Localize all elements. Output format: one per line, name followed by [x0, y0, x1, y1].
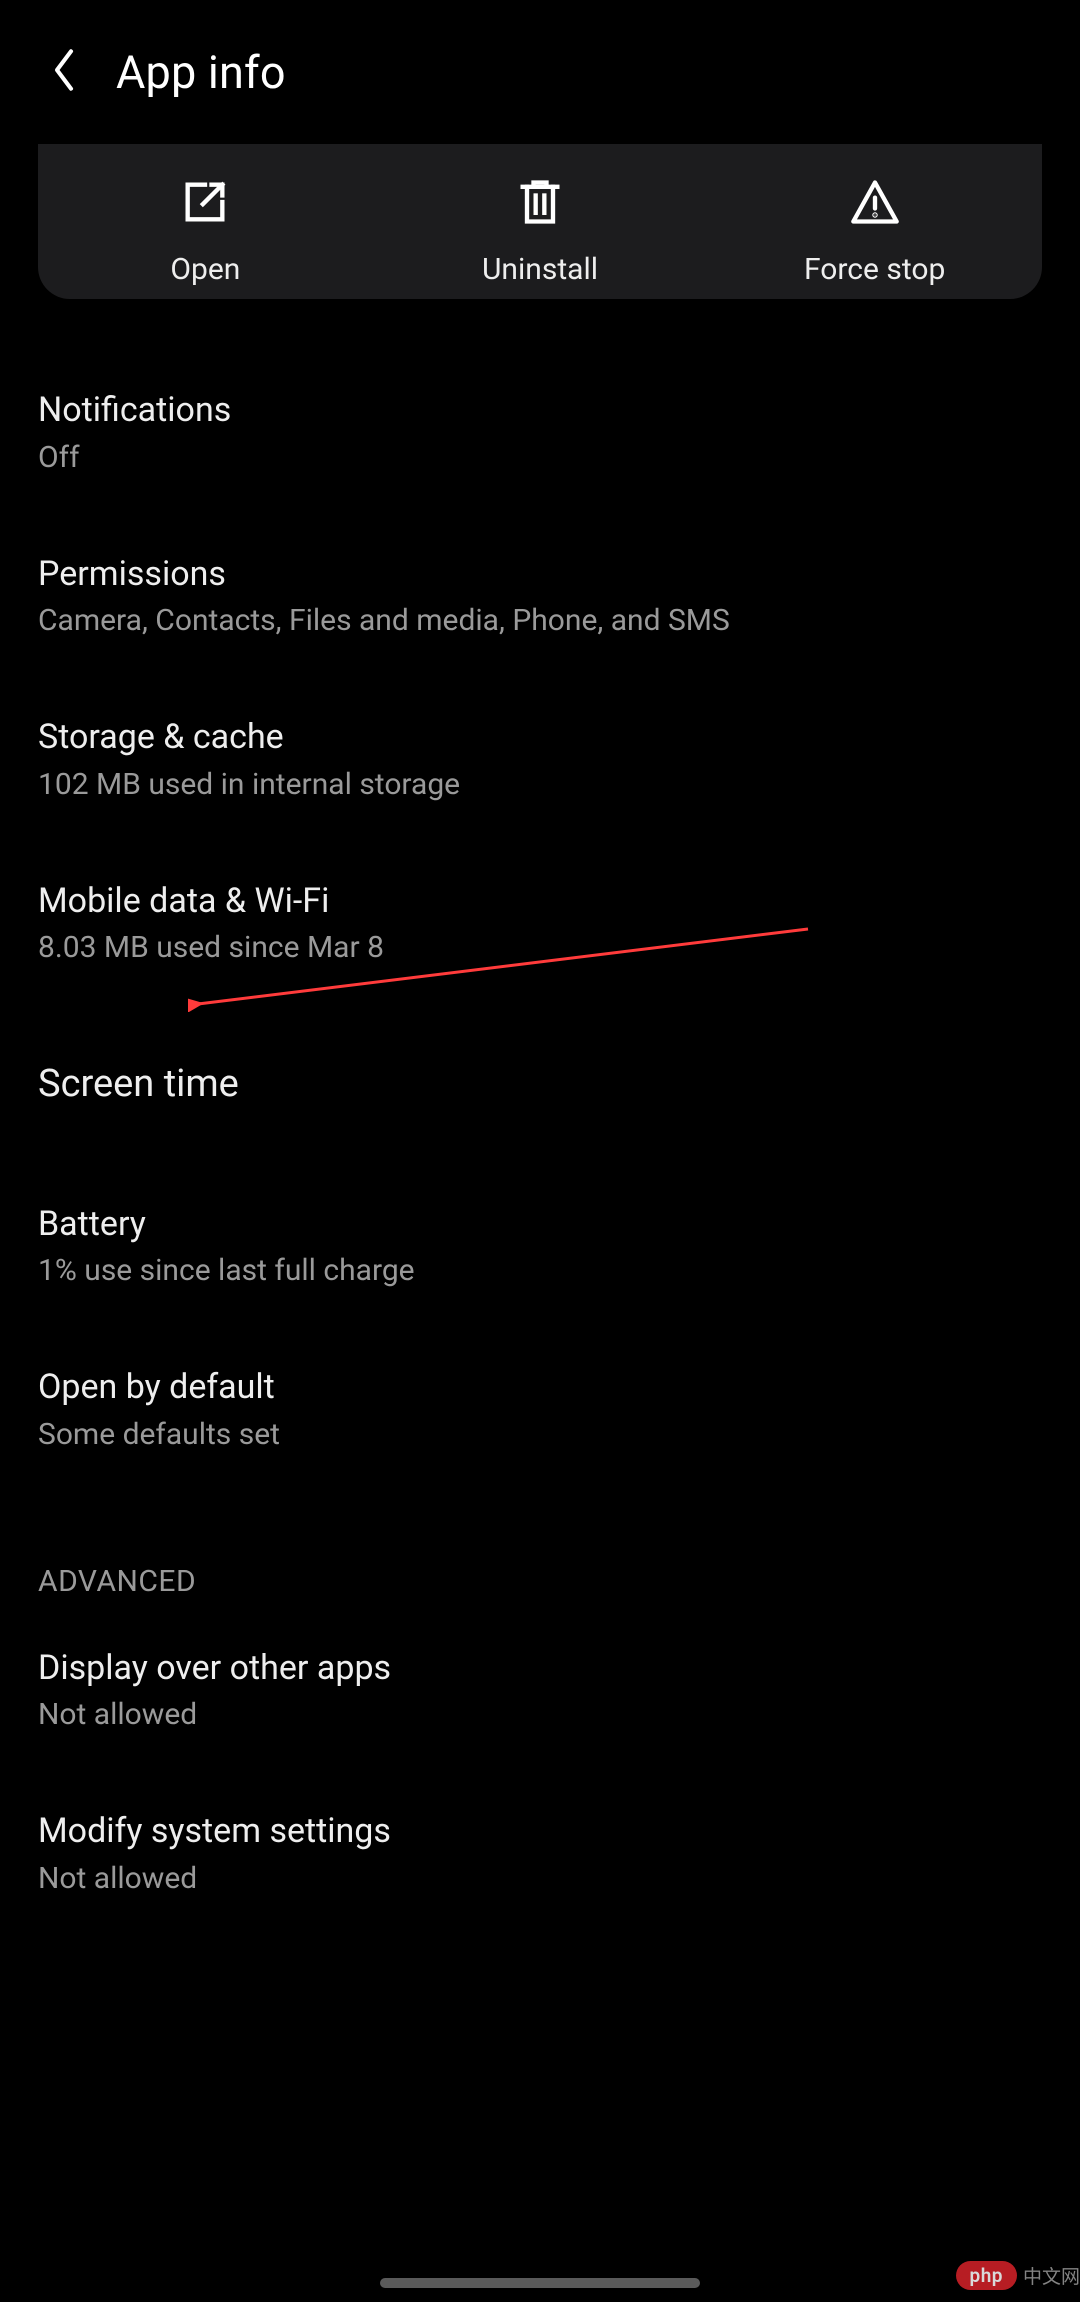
- storage-title: Storage & cache: [38, 716, 1042, 759]
- notifications-sub: Off: [38, 438, 1042, 477]
- modify-system-settings-sub: Not allowed: [38, 1859, 1042, 1898]
- uninstall-label: Uninstall: [482, 252, 598, 287]
- trash-icon: [514, 176, 566, 228]
- nav-bar-handle[interactable]: [380, 2278, 700, 2288]
- open-icon: [179, 176, 231, 228]
- open-by-default-title: Open by default: [38, 1366, 1042, 1409]
- modify-system-settings-item[interactable]: Modify system settings Not allowed: [38, 1772, 1042, 1936]
- storage-item[interactable]: Storage & cache 102 MB used in internal …: [38, 678, 1042, 842]
- notifications-item[interactable]: Notifications Off: [38, 299, 1042, 515]
- warning-icon: [849, 176, 901, 228]
- action-card: Open Uninstall Force stop: [38, 144, 1042, 299]
- screen-time-title: Screen time: [38, 1061, 1042, 1109]
- force-stop-label: Force stop: [804, 252, 945, 287]
- app-header: App info: [0, 0, 1080, 144]
- watermark-text: 中文网: [1023, 2262, 1080, 2289]
- chevron-left-icon: [50, 46, 78, 98]
- battery-sub: 1% use since last full charge: [38, 1251, 1042, 1290]
- back-button[interactable]: [40, 48, 88, 96]
- modify-system-settings-title: Modify system settings: [38, 1810, 1042, 1853]
- uninstall-button[interactable]: Uninstall: [373, 164, 708, 299]
- screen-time-item[interactable]: Screen time: [38, 1023, 1042, 1147]
- open-button[interactable]: Open: [38, 164, 373, 299]
- settings-list: Notifications Off Permissions Camera, Co…: [0, 299, 1080, 1936]
- battery-title: Battery: [38, 1203, 1042, 1246]
- storage-sub: 102 MB used in internal storage: [38, 765, 1042, 804]
- watermark: php 中文网: [956, 2261, 1080, 2290]
- advanced-section-header: ADVANCED: [38, 1492, 1042, 1609]
- open-label: Open: [170, 252, 240, 287]
- battery-item[interactable]: Battery 1% use since last full charge: [38, 1165, 1042, 1329]
- mobile-data-sub: 8.03 MB used since Mar 8: [38, 928, 1042, 967]
- display-over-apps-title: Display over other apps: [38, 1647, 1042, 1690]
- permissions-item[interactable]: Permissions Camera, Contacts, Files and …: [38, 515, 1042, 679]
- mobile-data-title: Mobile data & Wi-Fi: [38, 880, 1042, 923]
- notifications-title: Notifications: [38, 389, 1042, 432]
- page-title: App info: [116, 46, 286, 99]
- force-stop-button[interactable]: Force stop: [707, 164, 1042, 299]
- watermark-pill: php: [956, 2261, 1017, 2290]
- mobile-data-item[interactable]: Mobile data & Wi-Fi 8.03 MB used since M…: [38, 842, 1042, 1006]
- permissions-sub: Camera, Contacts, Files and media, Phone…: [38, 601, 1042, 640]
- display-over-apps-sub: Not allowed: [38, 1695, 1042, 1734]
- display-over-apps-item[interactable]: Display over other apps Not allowed: [38, 1609, 1042, 1773]
- permissions-title: Permissions: [38, 553, 1042, 596]
- open-by-default-sub: Some defaults set: [38, 1415, 1042, 1454]
- open-by-default-item[interactable]: Open by default Some defaults set: [38, 1328, 1042, 1492]
